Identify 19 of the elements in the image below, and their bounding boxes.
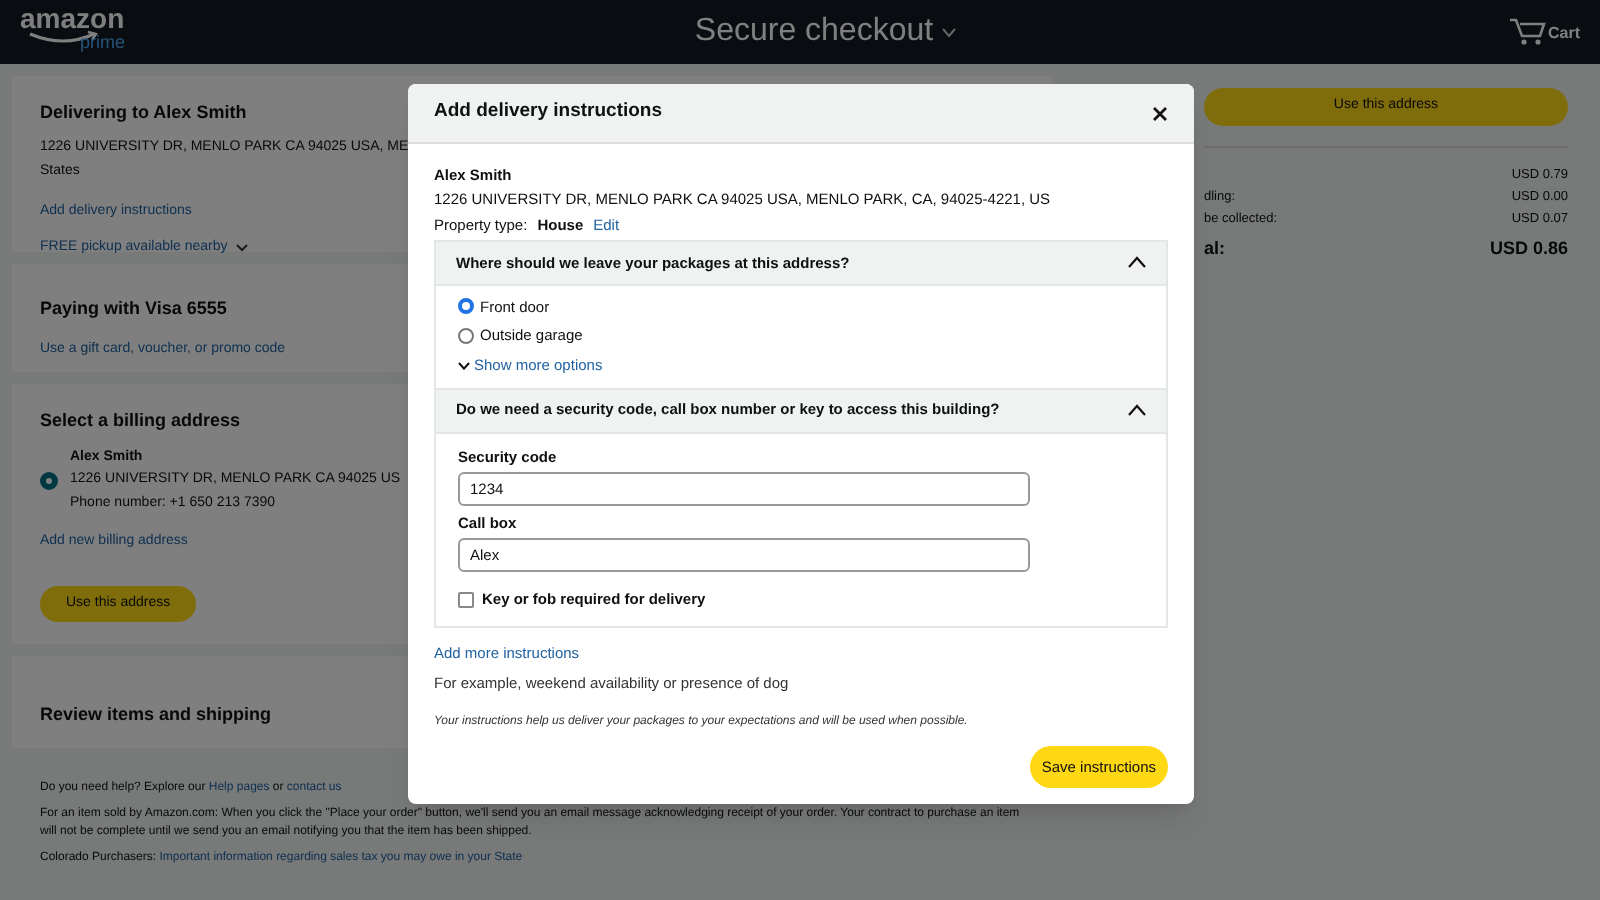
total-value: USD 0.86 [1489,235,1568,261]
close-icon[interactable] [1152,105,1168,121]
cart-icon [1509,18,1546,46]
chevron-down-icon [458,361,470,370]
cart-link[interactable]: Cart [1509,18,1580,46]
chevron-down-icon [941,27,956,37]
section-heading: Delivering to Alex Smith [40,100,247,126]
page-title: Secure checkout [694,12,934,52]
section-heading: Paying with Visa 6555 [40,296,227,322]
total-label: al: [1204,235,1226,261]
section-heading: Review items and shipping [40,704,272,724]
radio-button[interactable] [458,298,474,315]
dialog-title: Add delivery instructions [434,98,663,127]
checkbox[interactable] [458,591,474,608]
radio-button[interactable] [458,327,474,344]
chevron-down-icon [235,244,248,253]
radio-button[interactable] [40,471,58,490]
section-heading: Select a billing address [40,408,241,434]
amazon-prime-logo[interactable]: amazon prime [20,6,140,58]
